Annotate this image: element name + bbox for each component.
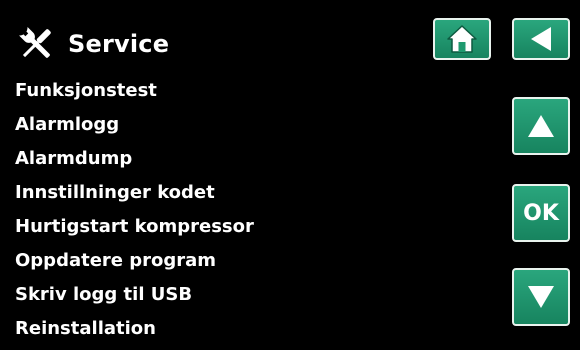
service-menu: Funksjonstest Alarmlogg Alarmdump Innsti… bbox=[15, 76, 254, 348]
menu-item-hurtigstart-kompressor[interactable]: Hurtigstart kompressor bbox=[15, 212, 254, 246]
menu-item-skriv-logg-til-usb[interactable]: Skriv logg til USB bbox=[15, 280, 254, 314]
page-header: Service bbox=[14, 22, 169, 66]
back-arrow-icon bbox=[531, 27, 551, 51]
home-button[interactable] bbox=[433, 18, 491, 60]
page-title: Service bbox=[68, 30, 170, 58]
back-button[interactable] bbox=[512, 18, 570, 60]
menu-item-reinstallation[interactable]: Reinstallation bbox=[15, 314, 254, 348]
arrow-up-icon bbox=[528, 115, 554, 137]
menu-item-funksjonstest[interactable]: Funksjonstest bbox=[15, 76, 254, 110]
ok-button[interactable]: OK bbox=[512, 184, 570, 242]
scroll-up-button[interactable] bbox=[512, 97, 570, 155]
menu-item-alarmlogg[interactable]: Alarmlogg bbox=[15, 110, 254, 144]
home-icon bbox=[447, 25, 477, 53]
menu-item-oppdatere-program[interactable]: Oppdatere program bbox=[15, 246, 254, 280]
menu-item-innstillninger-kodet[interactable]: Innstillninger kodet bbox=[15, 178, 254, 212]
arrow-down-icon bbox=[528, 286, 554, 308]
menu-item-alarmdump[interactable]: Alarmdump bbox=[15, 144, 254, 178]
tools-icon bbox=[14, 22, 58, 66]
ok-label: OK bbox=[523, 200, 559, 226]
service-screen: Service Funksjonstest Alarmlogg Alarmdum… bbox=[0, 0, 580, 350]
scroll-down-button[interactable] bbox=[512, 268, 570, 326]
